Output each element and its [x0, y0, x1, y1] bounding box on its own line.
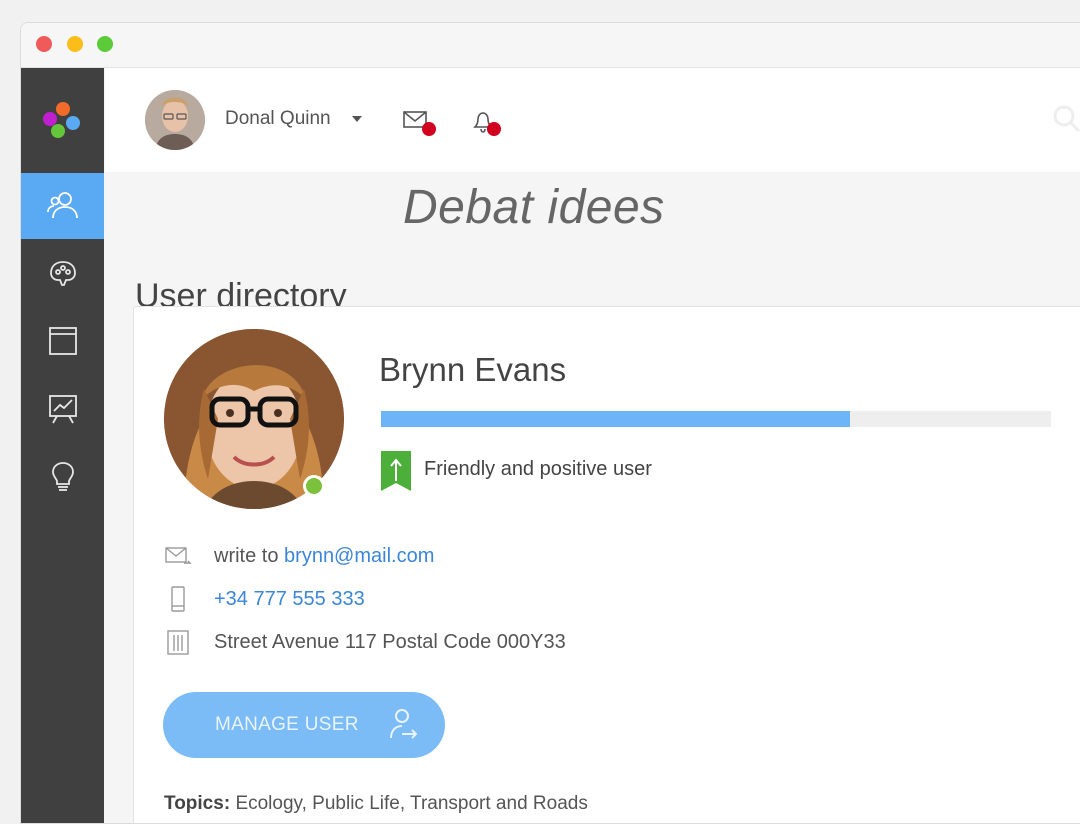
maximize-window-button[interactable] — [97, 36, 113, 52]
top-bar: Donal Quinn — [105, 68, 1080, 172]
profile-name: Brynn Evans — [379, 351, 567, 388]
building-icon — [167, 630, 189, 655]
presentation-icon — [48, 395, 77, 424]
bell-notification-dot — [487, 122, 501, 136]
app-window: Donal Quinn Debat idees User directory B… — [20, 22, 1080, 824]
current-user-avatar[interactable] — [145, 90, 205, 150]
phone-icon — [171, 586, 185, 612]
overlay-title: Debat idees — [403, 181, 665, 234]
topics-line: Topics: Ecology, Public Life, Transport … — [164, 793, 588, 815]
search-icon — [1053, 105, 1080, 133]
main-content: Donal Quinn Debat idees User directory B… — [105, 68, 1080, 823]
user-badge-label: Friendly and positive user — [424, 458, 652, 480]
app-logo[interactable] — [41, 98, 85, 142]
lightbulb-icon — [51, 462, 74, 491]
minimize-window-button[interactable] — [67, 36, 83, 52]
manage-user-button[interactable]: MANAGE USER — [163, 692, 445, 758]
sidebar-item-users[interactable] — [21, 173, 104, 239]
current-user-name[interactable]: Donal Quinn — [225, 108, 331, 130]
users-icon — [46, 192, 78, 219]
sidebar — [21, 68, 104, 823]
search-button[interactable] — [1050, 102, 1080, 134]
notifications-button[interactable] — [469, 106, 503, 136]
sidebar-item-ideas-brain[interactable] — [21, 240, 104, 306]
badge-icon — [381, 451, 411, 491]
address-text: Street Avenue 117 Postal Code 000Y33 — [214, 630, 566, 653]
sidebar-item-presentations[interactable] — [21, 376, 104, 442]
user-profile-card: Brynn Evans Friendly and positive user w… — [133, 306, 1080, 823]
user-settings-icon — [390, 709, 418, 739]
address-row: Street Avenue 117 Postal Code 000Y33 — [164, 627, 566, 657]
chevron-down-icon[interactable] — [352, 116, 362, 122]
phone-link[interactable]: +34 777 555 333 — [214, 588, 365, 611]
email-prefix: write to — [214, 544, 279, 567]
sidebar-item-documents[interactable] — [21, 308, 104, 374]
mail-icon — [165, 547, 192, 564]
messages-button[interactable] — [401, 106, 436, 136]
brain-icon — [49, 261, 76, 286]
close-window-button[interactable] — [36, 36, 52, 52]
email-row: write to brynn@mail.com — [164, 541, 434, 571]
manage-user-label: MANAGE USER — [215, 714, 359, 735]
sidebar-item-lightbulb[interactable] — [21, 444, 104, 510]
progress-fill — [381, 411, 850, 427]
phone-row: +34 777 555 333 — [164, 584, 365, 614]
online-status-indicator — [303, 475, 325, 497]
title-bar — [21, 23, 1080, 68]
document-icon — [48, 327, 77, 355]
profile-progress-bar — [381, 411, 1051, 427]
email-link[interactable]: brynn@mail.com — [284, 545, 434, 568]
mail-notification-dot — [422, 122, 436, 136]
